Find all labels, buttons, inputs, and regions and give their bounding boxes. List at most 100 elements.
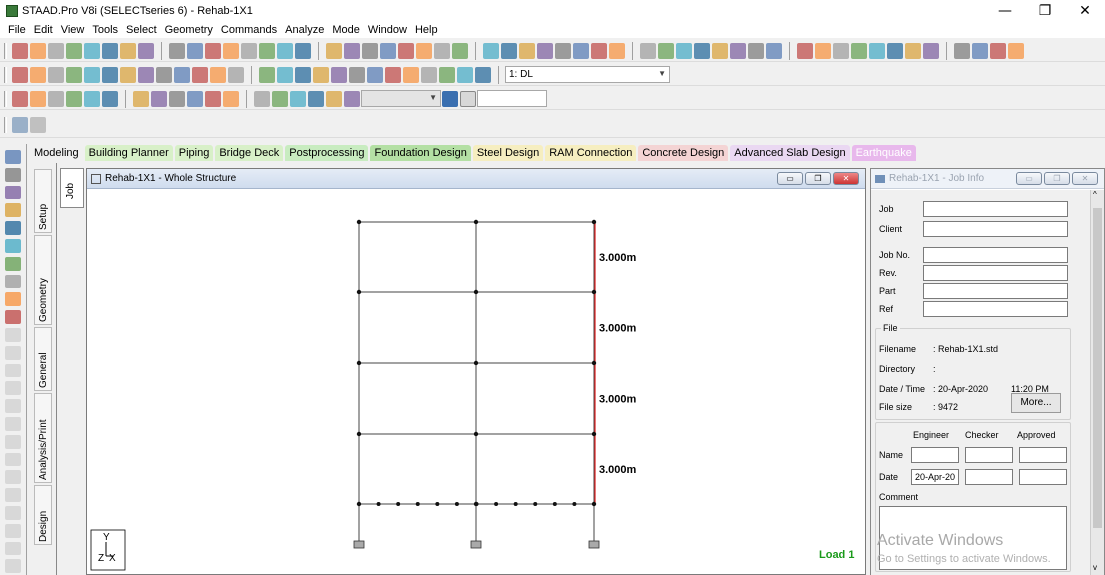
toolbar1-tool-icon-0[interactable] bbox=[12, 42, 28, 59]
rev-input[interactable] bbox=[923, 265, 1068, 281]
client-input[interactable] bbox=[923, 221, 1068, 237]
toolbar3-tool-icon-7[interactable] bbox=[151, 90, 167, 107]
toolbar3-tool-icon-3[interactable] bbox=[66, 90, 82, 107]
node[interactable] bbox=[591, 501, 597, 507]
menu-tools[interactable]: Tools bbox=[88, 24, 122, 36]
fixed-support-icon[interactable] bbox=[353, 540, 365, 549]
menu-help[interactable]: Help bbox=[411, 24, 442, 36]
toolbar2-tool-icon-2[interactable] bbox=[48, 66, 64, 83]
toolbar1-tool-icon-1[interactable] bbox=[30, 42, 46, 59]
toolbar2-tool-icon-21[interactable] bbox=[403, 66, 419, 83]
left-tool-icon-1[interactable] bbox=[5, 167, 21, 182]
scroll-down-icon[interactable]: v bbox=[1093, 563, 1097, 572]
toolbar1-tool-icon-32[interactable] bbox=[640, 42, 656, 59]
tab-piping[interactable]: Piping bbox=[174, 144, 214, 161]
toolbar2-tool-icon-13[interactable] bbox=[259, 66, 275, 83]
side-tab-general[interactable]: General bbox=[34, 327, 52, 391]
node[interactable] bbox=[533, 502, 538, 506]
toolbar2-tool-icon-1[interactable] bbox=[30, 66, 46, 83]
fixed-support-icon[interactable] bbox=[588, 540, 600, 549]
left-tool-icon-6[interactable] bbox=[5, 256, 21, 271]
tab-bridge-deck[interactable]: Bridge Deck bbox=[215, 144, 284, 161]
node[interactable] bbox=[356, 360, 362, 366]
toolbar2-tool-icon-24[interactable] bbox=[457, 66, 473, 83]
tab-ram-connection[interactable]: RAM Connection bbox=[545, 144, 637, 161]
toolbar1-tool-icon-37[interactable] bbox=[730, 42, 746, 59]
close-button[interactable]: ✕ bbox=[1065, 0, 1105, 22]
toolbar2-tool-icon-16[interactable] bbox=[313, 66, 329, 83]
toolbar1-tool-icon-18[interactable] bbox=[362, 42, 378, 59]
tab-modeling[interactable]: Modeling bbox=[30, 144, 83, 161]
tab-steel-design[interactable]: Steel Design bbox=[472, 144, 544, 161]
toolbar2-tool-icon-17[interactable] bbox=[331, 66, 347, 83]
side-tab-analysis-print[interactable]: Analysis/Print bbox=[34, 393, 52, 483]
toolbar2-tool-icon-4[interactable] bbox=[84, 66, 100, 83]
menu-file[interactable]: File bbox=[4, 24, 30, 36]
toolbar1-tool-icon-14[interactable] bbox=[277, 42, 293, 59]
left-tool-icon-4[interactable] bbox=[5, 221, 21, 235]
toolbar2-tool-icon-25[interactable] bbox=[475, 66, 491, 83]
toolbar1-tool-icon-50[interactable] bbox=[990, 42, 1006, 59]
job-info-scrollbar[interactable]: ^ v bbox=[1090, 190, 1104, 575]
disabled-combo[interactable]: ▼ bbox=[361, 90, 441, 107]
toolbar1-tool-icon-36[interactable] bbox=[712, 42, 728, 59]
toolbar3-tool-icon-15[interactable] bbox=[308, 90, 324, 107]
load-case-combo[interactable]: 1: DL ▼ bbox=[505, 66, 670, 83]
toolbar2-tool-icon-23[interactable] bbox=[439, 66, 455, 83]
snap-node-icon[interactable] bbox=[12, 116, 28, 133]
toolbar1-tool-icon-3[interactable] bbox=[66, 42, 82, 59]
toolbar1-tool-icon-8[interactable] bbox=[169, 42, 185, 59]
toolbar1-tool-icon-20[interactable] bbox=[398, 42, 414, 59]
apply-icon[interactable] bbox=[442, 90, 458, 107]
toolbar3-tool-icon-16[interactable] bbox=[326, 90, 342, 107]
side-tab-geometry[interactable]: Geometry bbox=[34, 235, 52, 325]
node[interactable] bbox=[473, 219, 479, 225]
part-input[interactable] bbox=[923, 283, 1068, 299]
toolbar3-tool-icon-5[interactable] bbox=[102, 90, 118, 107]
node[interactable] bbox=[473, 289, 479, 295]
left-tool-icon-21[interactable] bbox=[5, 523, 21, 538]
toolbar1-tool-icon-12[interactable] bbox=[241, 42, 257, 59]
toolbar1-tool-icon-44[interactable] bbox=[869, 42, 885, 59]
toolbar1-tool-icon-39[interactable] bbox=[766, 42, 782, 59]
fixed-support-icon[interactable] bbox=[470, 540, 482, 549]
toolbar1-tool-icon-47[interactable] bbox=[923, 42, 939, 59]
left-tool-icon-3[interactable] bbox=[5, 203, 21, 218]
left-tool-icon-8[interactable] bbox=[5, 292, 21, 307]
left-tool-icon-5[interactable] bbox=[5, 238, 21, 253]
toolbar1-tool-icon-48[interactable] bbox=[954, 42, 970, 59]
node[interactable] bbox=[396, 502, 401, 506]
toolbar2-tool-icon-15[interactable] bbox=[295, 66, 311, 83]
toolbar1-tool-icon-25[interactable] bbox=[501, 42, 517, 59]
menu-analyze[interactable]: Analyze bbox=[281, 24, 328, 36]
left-tool-icon-13[interactable] bbox=[5, 381, 21, 396]
node[interactable] bbox=[474, 502, 479, 506]
left-tool-icon-0[interactable] bbox=[5, 150, 21, 164]
node[interactable] bbox=[376, 502, 381, 506]
node[interactable] bbox=[494, 502, 499, 506]
toolbar2-tool-icon-7[interactable] bbox=[138, 66, 154, 83]
menu-select[interactable]: Select bbox=[122, 24, 161, 36]
viewport-close-button[interactable]: ✕ bbox=[833, 172, 859, 185]
checker-date-input[interactable] bbox=[965, 469, 1013, 485]
menu-geometry[interactable]: Geometry bbox=[161, 24, 217, 36]
node[interactable] bbox=[435, 502, 440, 506]
toolbar2-tool-icon-11[interactable] bbox=[210, 66, 226, 83]
node[interactable] bbox=[591, 431, 597, 437]
toolbar1-tool-icon-11[interactable] bbox=[223, 42, 239, 59]
toolbar3-tool-icon-17[interactable] bbox=[344, 90, 360, 107]
engineer-name-input[interactable] bbox=[911, 447, 959, 463]
toolbar1-tool-icon-38[interactable] bbox=[748, 42, 764, 59]
toolbar1-tool-icon-43[interactable] bbox=[851, 42, 867, 59]
toolbar1-tool-icon-4[interactable] bbox=[84, 42, 100, 59]
toolbar1-tool-icon-45[interactable] bbox=[887, 42, 903, 59]
node[interactable] bbox=[591, 289, 597, 295]
minimize-button[interactable]: — bbox=[985, 0, 1025, 22]
left-tool-icon-18[interactable] bbox=[5, 470, 21, 485]
left-tool-icon-22[interactable] bbox=[5, 541, 21, 556]
toolbar1-tool-icon-46[interactable] bbox=[905, 42, 921, 59]
job-info-minimize-button[interactable]: ▭ bbox=[1016, 172, 1042, 185]
left-tool-icon-11[interactable] bbox=[5, 345, 21, 360]
approved-name-input[interactable] bbox=[1019, 447, 1067, 463]
toolbar1-tool-icon-6[interactable] bbox=[120, 42, 136, 59]
